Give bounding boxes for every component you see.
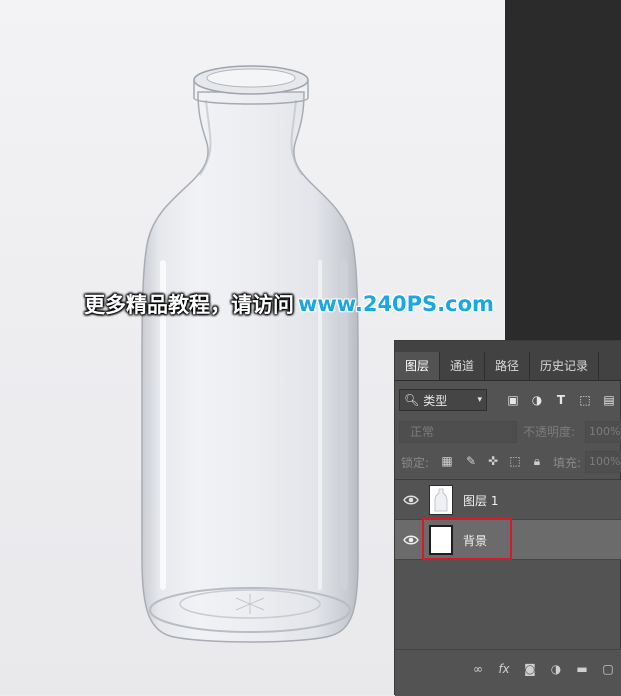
adjustment-layer-icon[interactable]: ◑ [547, 660, 565, 678]
lock-label: 锁定: [401, 456, 430, 470]
fill-input[interactable]: 100% [585, 451, 621, 473]
chevron-down-icon: ▾ [477, 395, 482, 405]
lock-row: 锁定: ▦ ✎ ✜ ⬚ 🔒︎ 填充: 100% [395, 449, 621, 475]
watermark-text: 更多精品教程，请访问 [84, 293, 294, 317]
opacity-label: 不透明度: [523, 425, 576, 439]
lock-image-pixels-icon[interactable]: ✎ [463, 453, 479, 469]
tab-layers[interactable]: 图层 [395, 352, 441, 380]
tab-paths[interactable]: 路径 [485, 352, 531, 380]
blend-mode-select[interactable]: 正常 [399, 421, 517, 443]
layer-filter-row: 🔍︎ 类型 ▾ ▣ ◑ T ⬚ ▤ [395, 387, 621, 413]
watermark-url: www.240PS.com [298, 292, 494, 316]
panel-bottom-toolbar: ∞ fx ◙ ◑ ▬ ▢ [395, 649, 621, 696]
eye-icon[interactable] [403, 532, 419, 548]
add-mask-icon[interactable]: ◙ [521, 660, 539, 678]
opacity-input[interactable]: 100% [585, 421, 621, 443]
search-icon: 🔍︎ [404, 393, 420, 407]
eye-icon[interactable] [403, 492, 419, 508]
tab-history[interactable]: 历史记录 [530, 352, 600, 380]
bottle-thumbnail-icon [434, 488, 448, 512]
layer-name: 背景 [463, 534, 488, 548]
watermark: 更多精品教程，请访问 www.240PS.com [84, 288, 494, 320]
fx-icon[interactable]: fx [495, 660, 513, 678]
link-layers-icon[interactable]: ∞ [469, 660, 487, 678]
filter-kind-label: 类型 [423, 393, 448, 408]
layer-name: 图层 1 [463, 494, 499, 508]
smart-object-filter-icon[interactable]: ▤ [601, 392, 617, 408]
new-layer-icon[interactable]: ▢ [599, 660, 617, 678]
fill-label: 填充: [553, 456, 582, 470]
adjustment-filter-icon[interactable]: ◑ [529, 392, 545, 408]
layer-thumbnail [429, 525, 453, 555]
layers-panel: 图层 通道 路径 历史记录 🔍︎ 类型 ▾ ▣ ◑ T ⬚ ▤ 正常 不透明度:… [394, 340, 621, 696]
lock-position-icon[interactable]: ✜ [485, 453, 501, 469]
layer-row-layer-1[interactable]: 图层 1 [395, 480, 621, 520]
layer-row-background[interactable]: 背景 [395, 520, 621, 560]
shape-filter-icon[interactable]: ⬚ [577, 392, 593, 408]
blend-row: 正常 不透明度: 100% [395, 419, 621, 445]
lock-all-icon[interactable]: 🔒︎ [529, 453, 545, 469]
filter-kind-select[interactable]: 🔍︎ 类型 ▾ [399, 389, 487, 411]
tab-channels[interactable]: 通道 [440, 352, 486, 380]
new-group-icon[interactable]: ▬ [573, 660, 591, 678]
lock-transparent-pixels-icon[interactable]: ▦ [439, 453, 455, 469]
type-filter-icon[interactable]: T [553, 392, 569, 408]
panel-tabs: 图层 通道 路径 历史记录 [395, 341, 621, 381]
image-filter-icon[interactable]: ▣ [505, 392, 521, 408]
lock-artboard-icon[interactable]: ⬚ [507, 453, 523, 469]
layer-thumbnail [429, 485, 453, 515]
